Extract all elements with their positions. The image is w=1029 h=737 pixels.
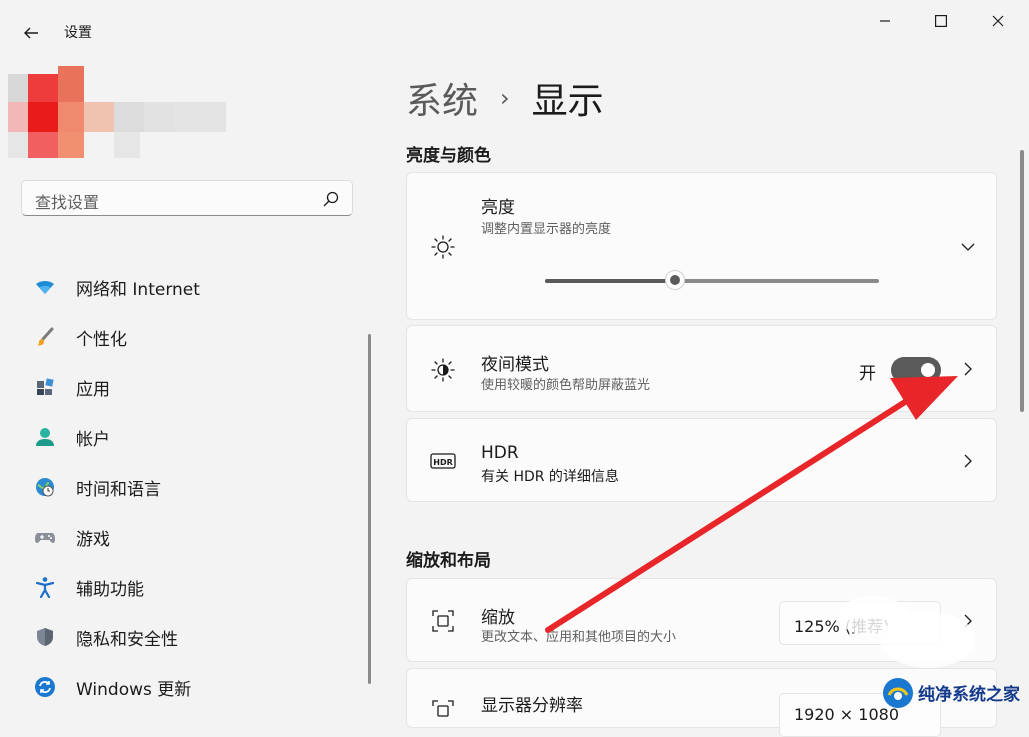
app-title: 设置 <box>64 25 92 41</box>
sun-icon <box>429 233 457 261</box>
account-icon <box>34 426 56 448</box>
globe-clock-icon <box>34 476 56 498</box>
sidebar-item-label: Windows 更新 <box>76 679 192 700</box>
sidebar-scrollbar[interactable] <box>368 334 371 684</box>
night-light-icon <box>429 356 457 384</box>
watermark-cloud <box>880 612 976 668</box>
watermark: 纯净系统之家 <box>878 672 1028 714</box>
section-title-brightness-color: 亮度与颜色 <box>406 146 491 166</box>
slider-thumb[interactable] <box>665 270 686 290</box>
minimize-icon <box>880 20 890 22</box>
chevron-right-icon[interactable] <box>960 361 976 377</box>
sidebar-item-windows-update[interactable]: Windows 更新 <box>26 662 366 712</box>
breadcrumb: 系统 › 显示 <box>406 72 604 124</box>
breadcrumb-separator: › <box>500 84 510 112</box>
sidebar-item-label: 辅助功能 <box>76 579 144 600</box>
back-arrow-icon <box>24 27 38 39</box>
brightness-slider[interactable] <box>545 270 879 290</box>
sidebar-item-time-language[interactable]: 时间和语言 <box>26 462 366 512</box>
sidebar-item-label: 个性化 <box>76 329 127 350</box>
sidebar-nav: 网络和 Internet 个性化 应用 帐户 时间和语言 游戏 辅助功能 隐私和… <box>26 262 366 712</box>
search-input[interactable]: 查找设置 <box>21 180 353 216</box>
scale-icon <box>429 607 457 635</box>
close-icon <box>992 15 1004 27</box>
search-placeholder: 查找设置 <box>35 193 100 212</box>
toggle-knob <box>921 363 935 377</box>
resolution-title: 显示器分辨率 <box>481 696 583 716</box>
update-icon <box>34 676 56 698</box>
hdr-card[interactable]: HDR HDR 有关 HDR 的详细信息 <box>406 418 997 502</box>
scale-subtitle: 更改文本、应用和其他项目的大小 <box>481 630 677 645</box>
page-title: 显示 <box>531 81 604 122</box>
title-bar: 设置 <box>0 0 1029 62</box>
sidebar-item-apps[interactable]: 应用 <box>26 362 366 412</box>
sidebar-item-network[interactable]: 网络和 Internet <box>26 262 366 312</box>
wifi-icon <box>34 276 56 298</box>
hdr-title: HDR <box>481 443 519 463</box>
brightness-card[interactable]: 亮度 调整内置显示器的亮度 <box>406 172 997 320</box>
sidebar-item-label: 隐私和安全性 <box>76 629 178 650</box>
sidebar-item-label: 游戏 <box>76 529 110 550</box>
hdr-icon: HDR <box>429 447 457 475</box>
watermark-logo-icon <box>883 678 913 708</box>
maximize-button[interactable] <box>918 8 964 34</box>
sidebar-item-gaming[interactable]: 游戏 <box>26 512 366 562</box>
sidebar-item-privacy[interactable]: 隐私和安全性 <box>26 612 366 662</box>
main-scrollbar[interactable] <box>1020 150 1024 412</box>
search-icon <box>323 191 339 207</box>
brightness-subtitle: 调整内置显示器的亮度 <box>481 222 612 237</box>
sidebar-item-label: 应用 <box>76 379 110 400</box>
breadcrumb-parent[interactable]: 系统 <box>406 72 478 124</box>
close-button[interactable] <box>975 8 1021 34</box>
user-profile-blurred[interactable] <box>8 66 228 158</box>
night-light-card[interactable]: 夜间模式 使用较暖的颜色帮助屏蔽蓝光 开 <box>406 325 997 412</box>
apps-icon <box>34 376 56 398</box>
brightness-title: 亮度 <box>481 198 515 218</box>
slider-fill <box>545 279 676 283</box>
section-title-scale-layout: 缩放和布局 <box>406 551 491 571</box>
hdr-subtitle[interactable]: 有关 HDR 的详细信息 <box>481 466 619 486</box>
brush-icon <box>34 326 56 348</box>
night-light-toggle-label: 开 <box>859 364 876 384</box>
sidebar-item-accounts[interactable]: 帐户 <box>26 412 366 462</box>
resolution-icon <box>429 697 457 725</box>
back-button[interactable] <box>18 20 44 46</box>
sidebar-item-label: 网络和 Internet <box>76 279 200 300</box>
sidebar-item-label: 帐户 <box>76 429 110 450</box>
minimize-button[interactable] <box>862 8 908 34</box>
night-light-title: 夜间模式 <box>481 355 549 375</box>
night-light-toggle[interactable] <box>891 357 941 383</box>
maximize-icon <box>935 15 947 27</box>
scale-title: 缩放 <box>481 608 515 628</box>
sidebar-item-accessibility[interactable]: 辅助功能 <box>26 562 366 612</box>
gamepad-icon <box>34 526 56 548</box>
accessibility-icon <box>34 576 56 598</box>
chevron-down-icon[interactable] <box>960 239 976 255</box>
shield-icon <box>34 626 56 648</box>
svg-text:HDR: HDR <box>433 458 453 467</box>
sidebar-item-label: 时间和语言 <box>76 479 161 500</box>
night-light-subtitle: 使用较暖的颜色帮助屏蔽蓝光 <box>481 378 651 393</box>
sidebar-item-personalization[interactable]: 个性化 <box>26 312 366 362</box>
watermark-text: 纯净系统之家 <box>918 685 1020 705</box>
chevron-right-icon[interactable] <box>960 453 976 469</box>
